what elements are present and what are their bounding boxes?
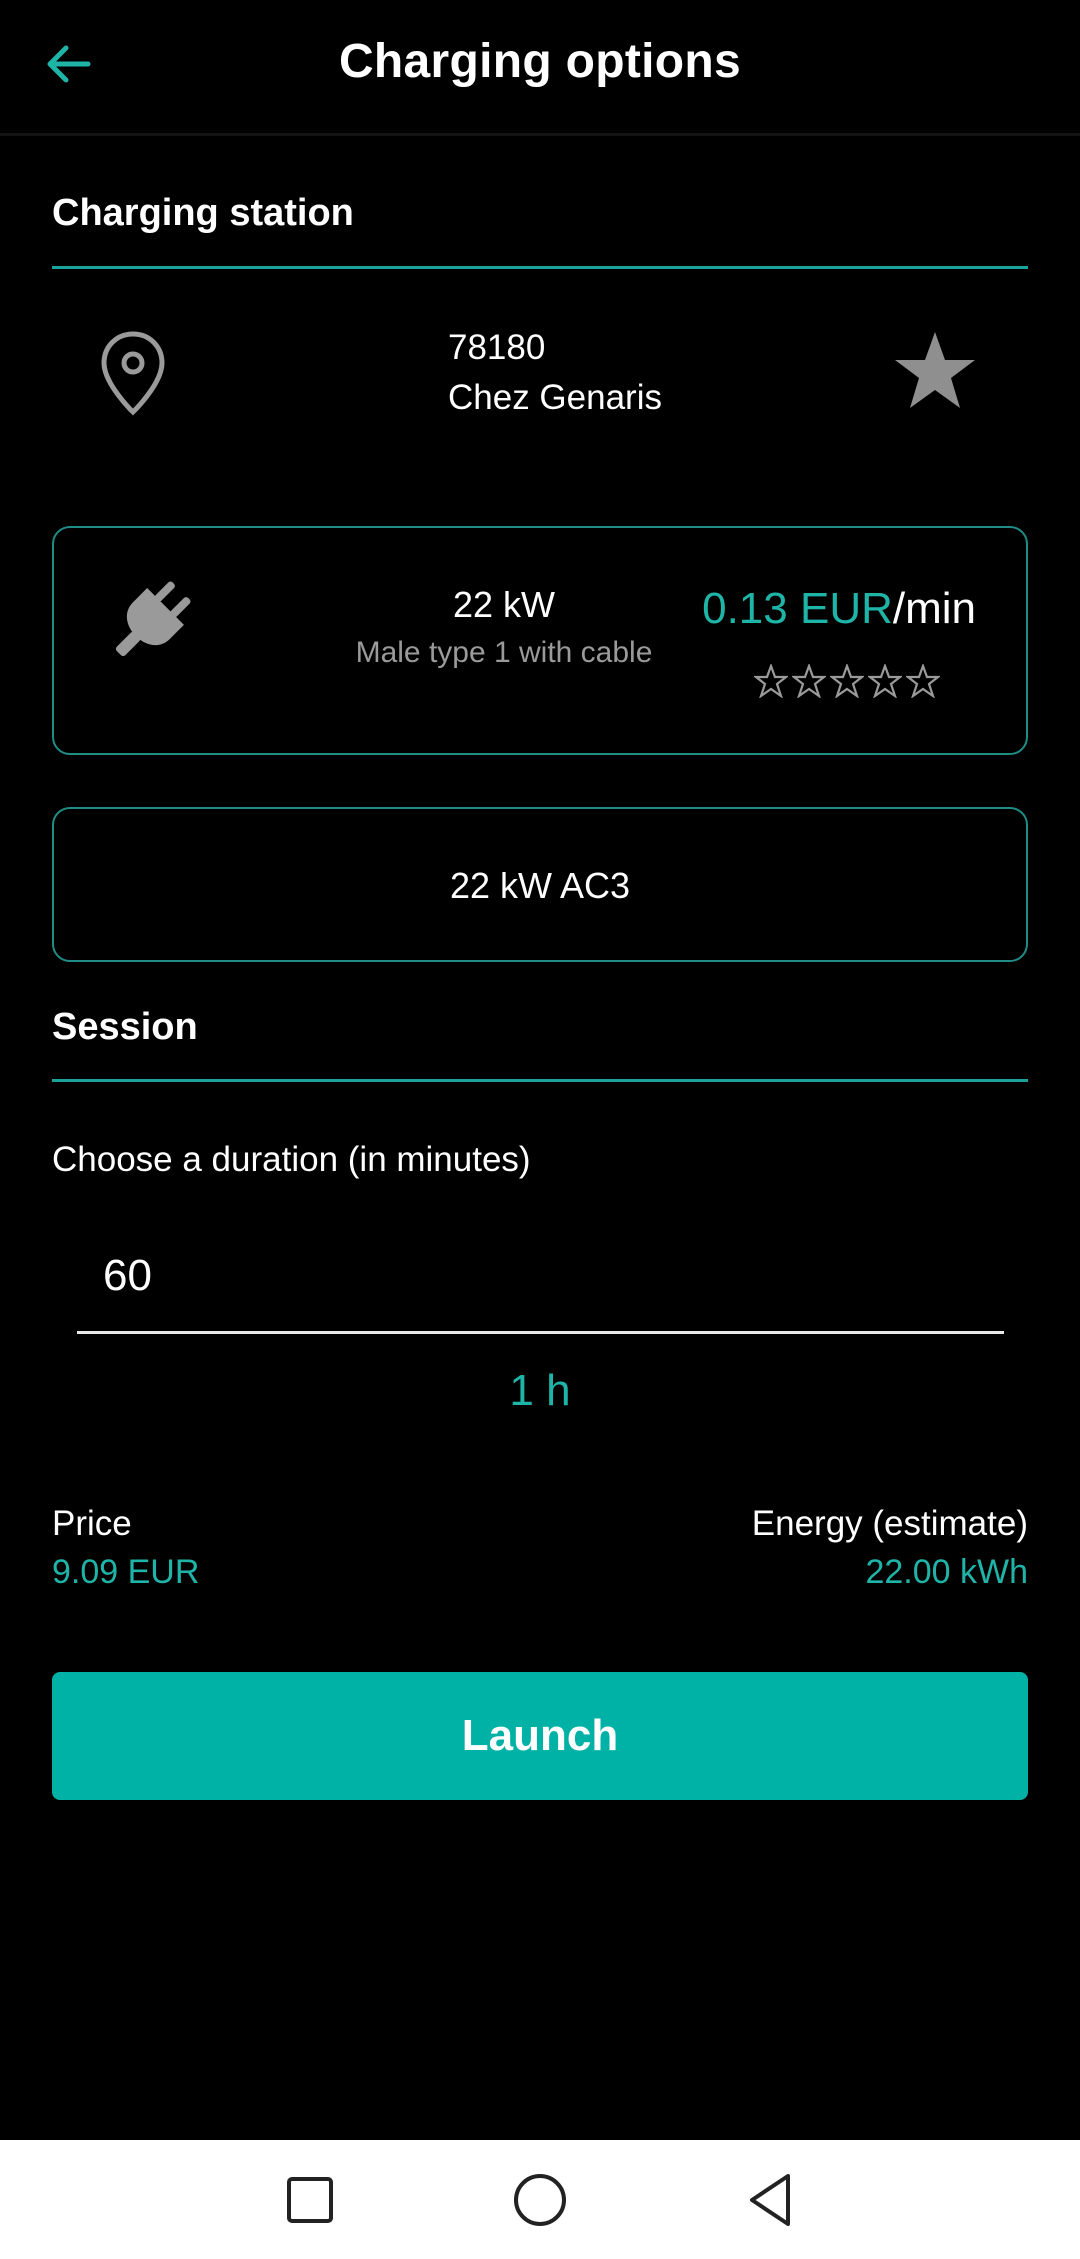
system-back-button[interactable] bbox=[740, 2170, 800, 2230]
section-divider bbox=[52, 1079, 1028, 1082]
connector-type: Male type 1 with cable bbox=[355, 636, 653, 669]
system-nav-bar bbox=[0, 2140, 1080, 2259]
top-app-bar: Charging options bbox=[0, 0, 1080, 136]
empty-star-icon bbox=[868, 664, 902, 698]
section-title-session: Session bbox=[52, 1006, 198, 1048]
option-label: 22 kW AC3 bbox=[449, 865, 631, 906]
price-amount: 0.13 EUR bbox=[702, 584, 893, 633]
connector-price: 0.13 EUR/min bbox=[702, 584, 976, 634]
rating-stars bbox=[754, 664, 940, 698]
duration-human-readable: 1 h bbox=[509, 1366, 571, 1415]
charging-option-card[interactable]: 22 kW AC3 bbox=[52, 807, 1028, 962]
price-label: Price bbox=[52, 1504, 132, 1543]
energy-label: Energy (estimate) bbox=[751, 1504, 1028, 1543]
empty-star-icon bbox=[830, 664, 864, 698]
map-pin-icon bbox=[101, 331, 165, 416]
empty-star-icon bbox=[906, 664, 940, 698]
recent-apps-icon bbox=[287, 2177, 333, 2223]
station-zip: 78180 bbox=[448, 328, 546, 367]
section-divider bbox=[52, 266, 1028, 269]
empty-star-icon bbox=[754, 664, 788, 698]
plug-icon bbox=[115, 581, 191, 657]
station-name: Chez Genaris bbox=[448, 378, 662, 417]
app-screen: Charging options Charging station 78180 … bbox=[0, 0, 1080, 2259]
connector-power: 22 kW bbox=[452, 584, 556, 625]
energy-value: 22.00 kWh bbox=[865, 1553, 1028, 1591]
home-button[interactable] bbox=[510, 2170, 570, 2230]
price-unit: /min bbox=[892, 584, 976, 633]
launch-button[interactable]: Launch bbox=[52, 1672, 1028, 1800]
home-icon bbox=[514, 2174, 566, 2226]
section-title-charging-station: Charging station bbox=[52, 192, 354, 234]
connector-card[interactable]: 22 kW Male type 1 with cable 0.13 EUR/mi… bbox=[52, 526, 1028, 755]
empty-star-icon bbox=[792, 664, 826, 698]
recent-apps-button[interactable] bbox=[280, 2170, 340, 2230]
duration-label: Choose a duration (in minutes) bbox=[52, 1140, 531, 1179]
price-value: 9.09 EUR bbox=[52, 1553, 200, 1591]
page-title: Charging options bbox=[338, 35, 742, 88]
back-triangle-icon bbox=[750, 2174, 790, 2226]
favorite-button[interactable] bbox=[893, 330, 977, 410]
star-icon bbox=[895, 332, 975, 408]
duration-input[interactable] bbox=[77, 1220, 1004, 1334]
